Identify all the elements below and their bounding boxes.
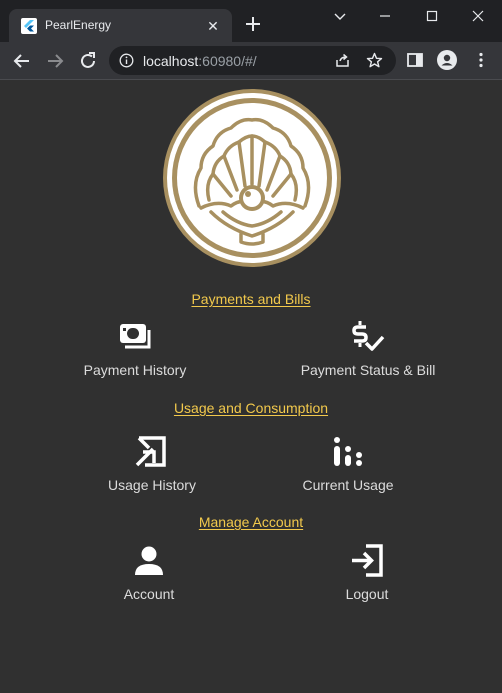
- site-info-icon[interactable]: [119, 53, 134, 68]
- payment-status-bill-label: Payment Status & Bill: [300, 362, 436, 378]
- usage-history-label: Usage History: [108, 477, 196, 493]
- tab-strip: PearlEnergy ✕: [0, 0, 502, 42]
- pearl-shell-logo: [163, 89, 341, 267]
- share-icon[interactable]: [334, 52, 351, 69]
- maximize-icon[interactable]: [417, 6, 447, 26]
- kebab-menu-icon[interactable]: [472, 51, 490, 69]
- browser-toolbar: localhost:60980/#/: [0, 42, 502, 79]
- usage-and-consumption-heading[interactable]: Usage and Consumption: [0, 400, 502, 416]
- usage-history-button[interactable]: Usage History: [47, 435, 257, 505]
- payment-status-bill-button[interactable]: Payment Status & Bill: [263, 320, 473, 390]
- window-close-icon[interactable]: [463, 6, 493, 26]
- url-path: :60980/#/: [198, 53, 257, 69]
- payments-and-bills-heading[interactable]: Payments and Bills: [0, 291, 502, 307]
- app-page: Payments and Bills Payment History Payme…: [0, 80, 502, 693]
- bookmark-star-icon[interactable]: [366, 52, 383, 69]
- current-usage-button[interactable]: Current Usage: [243, 435, 453, 505]
- manage-account-heading[interactable]: Manage Account: [0, 514, 502, 530]
- reload-icon[interactable]: [77, 50, 99, 72]
- payment-history-button[interactable]: Payment History: [30, 320, 240, 390]
- usage-history-icon: [135, 436, 166, 467]
- flutter-icon: [21, 18, 37, 34]
- forward-icon[interactable]: [44, 50, 66, 72]
- price-check-icon: [352, 321, 385, 351]
- profile-avatar-icon[interactable]: [437, 50, 457, 70]
- current-usage-label: Current Usage: [302, 477, 394, 493]
- new-tab-icon[interactable]: [243, 14, 263, 34]
- url-host: localhost: [143, 53, 199, 69]
- current-usage-icon: [334, 437, 362, 466]
- url-text[interactable]: localhost:60980/#/: [143, 53, 257, 69]
- account-button[interactable]: Account: [44, 544, 254, 614]
- side-panel-icon[interactable]: [406, 51, 424, 69]
- address-bar[interactable]: localhost:60980/#/: [109, 46, 396, 75]
- logout-label: Logout: [345, 586, 389, 602]
- minimize-icon[interactable]: [370, 6, 400, 26]
- back-icon[interactable]: [11, 50, 33, 72]
- person-icon: [135, 546, 163, 575]
- logout-icon: [352, 544, 383, 577]
- account-label: Account: [123, 586, 175, 602]
- tab-search-icon[interactable]: [325, 6, 355, 26]
- browser-tab[interactable]: PearlEnergy ✕: [9, 9, 232, 42]
- close-tab-icon[interactable]: ✕: [205, 18, 221, 34]
- payment-history-label: Payment History: [83, 362, 187, 378]
- logout-button[interactable]: Logout: [262, 544, 472, 614]
- payments-icon: [120, 324, 151, 349]
- tab-title: PearlEnergy: [45, 18, 112, 32]
